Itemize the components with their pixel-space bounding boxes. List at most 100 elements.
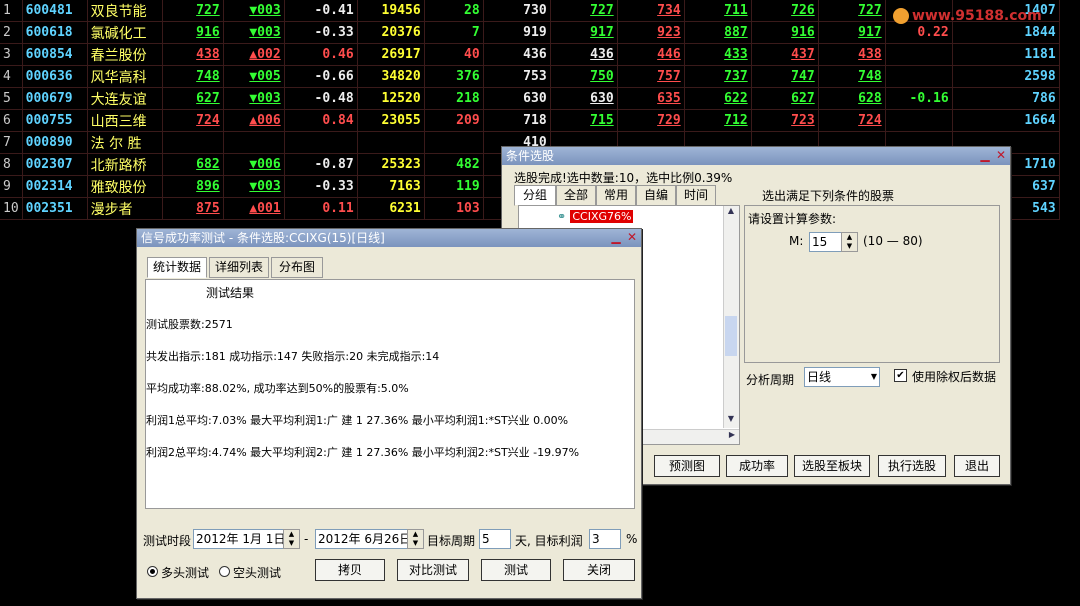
select-to-block-button[interactable]: 选股至板块	[794, 455, 870, 477]
tree-item[interactable]: ⚭ CCIXG76%	[557, 209, 634, 224]
cell-prev: 718	[483, 109, 551, 132]
close-icon[interactable]: ✕	[625, 230, 639, 244]
chevron-down-icon[interactable]: ▼	[871, 368, 877, 386]
stock-selector-titlebar[interactable]: 条件选股 ▁ ✕	[502, 147, 1010, 165]
table-row[interactable]: 4 000636 风华高科 748 ▼005 -0.66 34820 376 753 750 757…	[0, 65, 1060, 88]
table-row[interactable]: 6 000755 山西三维 724 ▲006 0.84 23055 209 718 715 729 7…	[0, 109, 1060, 132]
start-date-input[interactable]: 2012年 1月 1日	[193, 529, 285, 549]
period-select[interactable]: 日线 ▼	[804, 367, 880, 387]
radio-long-label: 多头测试	[161, 566, 210, 580]
copy-button[interactable]: 拷贝	[315, 559, 385, 581]
cell-pct: -0.33	[284, 21, 358, 44]
cell-name: 风华高科	[87, 65, 163, 88]
cell-vol: 23055	[357, 109, 425, 132]
cell-idx: 8	[0, 153, 23, 176]
table-row[interactable]: 2 600618 氯碱化工 916 ▼003 -0.33 20376 7 919 917 923 88…	[0, 21, 1060, 44]
radio-short[interactable]	[219, 566, 230, 577]
target-profit-input[interactable]: 3	[589, 529, 621, 549]
cell-cur: 218	[424, 87, 484, 110]
cell-cur: 209	[424, 109, 484, 132]
cell-idx: 9	[0, 175, 23, 198]
cell-prev: 919	[483, 21, 551, 44]
cell-open: 715	[550, 109, 618, 132]
cell-pct: -0.66	[284, 65, 358, 88]
tab-distribution[interactable]: 分布图	[271, 257, 323, 278]
cell-extra: -0.16	[885, 87, 953, 110]
cell-price: 724	[162, 109, 224, 132]
test-button[interactable]: 测试	[481, 559, 551, 581]
close-icon[interactable]: ✕	[994, 148, 1008, 162]
target-period-label: 目标周期	[427, 534, 476, 548]
cell-vol	[357, 131, 425, 154]
cell-bid: 723	[751, 109, 819, 132]
cell-low: 887	[684, 21, 752, 44]
radio-long[interactable]	[147, 566, 158, 577]
exright-checkbox[interactable]: ✔	[894, 369, 907, 382]
result-line: 平均成功率:88.02%, 成功率达到50%的股票有:5.0%	[146, 382, 409, 395]
scroll-right-icon[interactable]: ▶	[729, 430, 735, 439]
minimize-icon[interactable]: ▁	[609, 230, 623, 244]
cell-idx: 5	[0, 87, 23, 110]
signal-test-titlebar[interactable]: 信号成功率测试 - 条件选股:CCIXG(15)[日线] ▁ ✕	[137, 229, 641, 247]
binoculars-icon: ⚭	[557, 210, 567, 223]
tab-time[interactable]: 时间	[676, 185, 716, 206]
cell-bid: 726	[751, 0, 819, 22]
period-select-value: 日线	[807, 370, 832, 384]
tab-statistics[interactable]: 统计数据	[147, 257, 207, 278]
close-button[interactable]: 关闭	[563, 559, 635, 581]
cell-cur: 482	[424, 153, 484, 176]
cell-open: 727	[550, 0, 618, 22]
cell-vol: 6231	[357, 197, 425, 220]
radio-dot-icon	[150, 569, 155, 574]
scroll-down-icon[interactable]: ▼	[725, 414, 737, 428]
param-m-spinner[interactable]: ▲ ▼	[841, 232, 858, 252]
watermark-logo-icon	[893, 8, 909, 24]
cell-amt: 786	[952, 87, 1060, 110]
end-date-input[interactable]: 2012年 6月26日	[315, 529, 411, 549]
period-label: 分析周期	[746, 373, 795, 387]
result-line: 共发出指示:181 成功指示:147 失败指示:20 未完成指示:14	[146, 350, 440, 363]
cell-open: 630	[550, 87, 618, 110]
minimize-icon[interactable]: ▁	[978, 148, 992, 162]
start-date-spinner[interactable]: ▲ ▼	[283, 529, 300, 549]
tab-all[interactable]: 全部	[556, 185, 596, 206]
cell-bid: 916	[751, 21, 819, 44]
forecast-chart-button[interactable]: 预测图	[654, 455, 720, 477]
tab-custom[interactable]: 自编	[636, 185, 676, 206]
success-rate-button[interactable]: 成功率	[726, 455, 788, 477]
cell-extra	[885, 109, 953, 132]
end-date-spinner[interactable]: ▲ ▼	[407, 529, 424, 549]
cell-code: 000890	[22, 131, 88, 154]
param-range: (10 — 80)	[863, 234, 923, 248]
target-period-input[interactable]: 5	[479, 529, 511, 549]
radio-short-label: 空头测试	[233, 566, 282, 580]
cell-low: 737	[684, 65, 752, 88]
exit-button[interactable]: 退出	[954, 455, 1000, 477]
watermark: www.95188.com	[893, 8, 1042, 24]
tab-group[interactable]: 分组	[514, 185, 556, 206]
compare-test-button[interactable]: 对比测试	[397, 559, 469, 581]
cell-name: 氯碱化工	[87, 21, 163, 44]
cell-ask: 628	[818, 87, 886, 110]
tab-detail-list[interactable]: 详细列表	[209, 257, 269, 278]
cell-extra	[885, 65, 953, 88]
date-dash: -	[304, 532, 309, 546]
cell-high: 635	[617, 87, 685, 110]
tab-common[interactable]: 常用	[596, 185, 636, 206]
table-row[interactable]: 3 600854 春兰股份 438 ▲002 0.46 26917 40 436 436 446 43…	[0, 43, 1060, 66]
table-row[interactable]: 5 000679 大连友谊 627 ▼003 -0.48 12520 218 630 630 635…	[0, 87, 1060, 110]
scroll-up-icon[interactable]: ▲	[725, 206, 737, 220]
execute-selection-button[interactable]: 执行选股	[878, 455, 946, 477]
tree-scrollbar[interactable]: ▲ ▼	[723, 206, 739, 428]
cell-amt: 1181	[952, 43, 1060, 66]
result-line: 测试股票数:2571	[146, 318, 233, 331]
cell-ask: 438	[818, 43, 886, 66]
cell-cur: 28	[424, 0, 484, 22]
scroll-thumb[interactable]	[725, 316, 737, 356]
cell-bid: 437	[751, 43, 819, 66]
param-m-input[interactable]: 15	[809, 232, 843, 252]
cell-pct: 0.11	[284, 197, 358, 220]
cell-vol: 26917	[357, 43, 425, 66]
cell-vol: 20376	[357, 21, 425, 44]
cell-chg: ▲002	[223, 43, 285, 66]
